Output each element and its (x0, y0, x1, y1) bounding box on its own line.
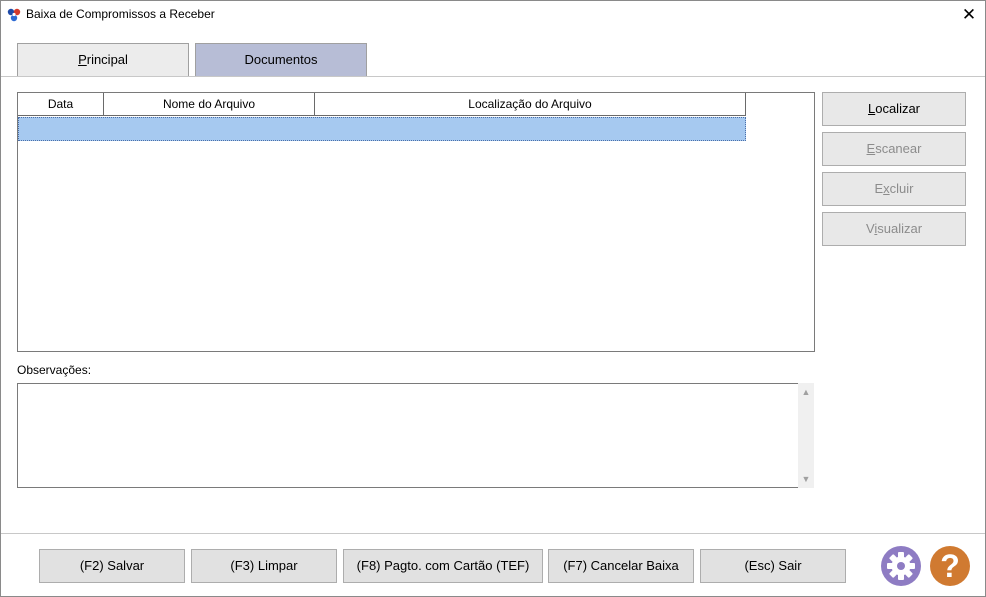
limpar-button[interactable]: (F3) Limpar (191, 549, 337, 583)
escanear-mnemonic: E (866, 141, 876, 156)
visualizar-button[interactable]: Visualizar (822, 212, 966, 246)
observacoes-scrollbar[interactable]: ▲ ▼ (798, 383, 814, 488)
pagto-cartao-tef-button[interactable]: (F8) Pagto. com Cartão (TEF) (343, 549, 543, 583)
tab-documentos-label: Documentos (244, 52, 318, 67)
window-title: Baixa de Compromissos a Receber (26, 7, 215, 21)
salvar-button[interactable]: (F2) Salvar (39, 549, 185, 583)
tab-principal-mnemonic: P (78, 52, 87, 67)
cancelar-baixa-button[interactable]: (F7) Cancelar Baixa (548, 549, 694, 583)
escanear-button[interactable]: Escanear (822, 132, 966, 166)
excluir-button[interactable]: Excluir (822, 172, 966, 206)
localizar-button[interactable]: Localizar (822, 92, 966, 126)
column-header-nome-arquivo[interactable]: Nome do Arquivo (104, 93, 315, 115)
scroll-down-icon[interactable]: ▼ (798, 472, 814, 486)
sair-button[interactable]: (Esc) Sair (700, 549, 846, 583)
tab-principal[interactable]: Principal (17, 43, 189, 77)
tab-documentos[interactable]: Documentos (195, 43, 367, 77)
help-icon[interactable]: ? (930, 546, 970, 586)
table-row[interactable] (18, 117, 746, 141)
gear-icon[interactable] (881, 546, 921, 586)
escanear-label-post: scanear (875, 141, 922, 156)
app-logo-icon (7, 8, 21, 22)
title-bar: Baixa de Compromissos a Receber ✕ (1, 1, 985, 29)
visualizar-label-post: sualizar (877, 221, 923, 236)
tab-principal-label: rincipal (86, 52, 128, 67)
grid-header: Data Nome do Arquivo Localização do Arqu… (18, 93, 746, 116)
documents-grid[interactable]: Data Nome do Arquivo Localização do Arqu… (17, 92, 815, 352)
column-header-data[interactable]: Data (18, 93, 104, 115)
observacoes-label: Observações: (17, 363, 92, 377)
main-window: Baixa de Compromissos a Receber ✕ Princi… (0, 0, 986, 597)
excluir-label-pre: E (874, 181, 884, 196)
column-header-localizacao-arquivo[interactable]: Localização do Arquivo (315, 93, 746, 115)
observacoes-textarea[interactable] (17, 383, 799, 488)
localizar-label-post: ocalizar (875, 101, 921, 116)
scroll-up-icon[interactable]: ▲ (798, 385, 814, 399)
close-button[interactable]: ✕ (956, 4, 982, 26)
tab-divider (1, 76, 985, 77)
footer-divider (1, 533, 985, 534)
excluir-label-post: cluir (889, 181, 914, 196)
